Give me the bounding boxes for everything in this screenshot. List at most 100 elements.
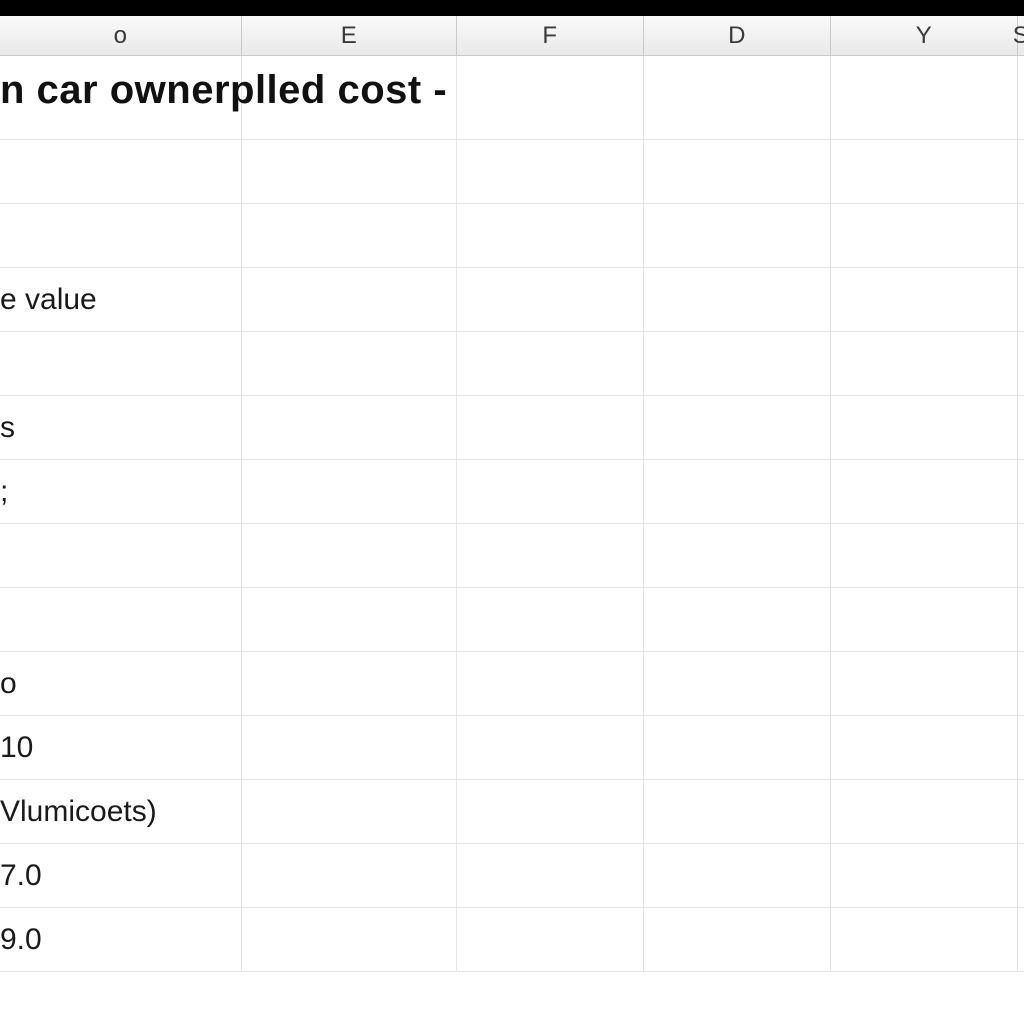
grid-cell[interactable]: [644, 268, 831, 331]
grid-cell[interactable]: [0, 524, 242, 587]
grid-cell[interactable]: e value: [0, 268, 242, 331]
grid-cell[interactable]: o: [0, 652, 242, 715]
grid-cell[interactable]: [644, 780, 831, 843]
grid-cell[interactable]: [242, 524, 457, 587]
grid-cell[interactable]: [457, 844, 644, 907]
column-header[interactable]: D: [644, 16, 831, 55]
grid-cell[interactable]: [457, 396, 644, 459]
grid-cell[interactable]: [644, 908, 831, 971]
grid-cell[interactable]: [1018, 908, 1024, 971]
grid-cell[interactable]: [457, 588, 644, 651]
grid-cell[interactable]: [831, 844, 1018, 907]
grid-cell[interactable]: [242, 268, 457, 331]
cell-text: ;: [0, 475, 8, 509]
column-header-label: E: [341, 22, 358, 50]
grid-cell[interactable]: [644, 332, 831, 395]
grid-cell[interactable]: [242, 716, 457, 779]
grid-cell[interactable]: [242, 56, 457, 139]
grid-cell[interactable]: [831, 716, 1018, 779]
grid-cell[interactable]: [1018, 140, 1024, 203]
grid-cell[interactable]: [831, 460, 1018, 523]
grid-cell[interactable]: [831, 588, 1018, 651]
cell-text: 7.0: [0, 859, 42, 893]
grid-cell[interactable]: [0, 332, 242, 395]
grid-cell[interactable]: 7.0: [0, 844, 242, 907]
grid-cell[interactable]: [242, 908, 457, 971]
grid-cell[interactable]: [242, 652, 457, 715]
grid-cell[interactable]: [644, 140, 831, 203]
grid-cell[interactable]: [831, 140, 1018, 203]
grid-cell[interactable]: [1018, 588, 1024, 651]
grid-cell[interactable]: [0, 204, 242, 267]
grid-cell[interactable]: [457, 780, 644, 843]
grid-row: [0, 332, 1024, 396]
grid-cell[interactable]: [831, 332, 1018, 395]
grid-cell[interactable]: [1018, 524, 1024, 587]
column-header[interactable]: E: [242, 16, 457, 55]
grid-cell[interactable]: [644, 460, 831, 523]
grid-cell[interactable]: [831, 204, 1018, 267]
grid-cell[interactable]: [831, 652, 1018, 715]
grid-cell[interactable]: [1018, 396, 1024, 459]
grid-cell[interactable]: [644, 56, 831, 139]
grid-row: 10: [0, 716, 1024, 780]
grid-cell[interactable]: [1018, 780, 1024, 843]
grid-cell[interactable]: [457, 140, 644, 203]
grid-cell[interactable]: [644, 716, 831, 779]
cell-text: 9.0: [0, 923, 42, 957]
grid-cell[interactable]: [242, 780, 457, 843]
grid-cell[interactable]: [1018, 652, 1024, 715]
grid-cell[interactable]: [831, 780, 1018, 843]
column-header[interactable]: Y: [831, 16, 1018, 55]
grid-cell[interactable]: 10: [0, 716, 242, 779]
grid-cell[interactable]: [1018, 268, 1024, 331]
grid-cell[interactable]: [1018, 56, 1024, 139]
grid-cell[interactable]: [1018, 460, 1024, 523]
grid-cell[interactable]: [457, 332, 644, 395]
grid-cell[interactable]: [831, 908, 1018, 971]
grid-row: n car ownerplled cost -: [0, 56, 1024, 140]
grid-cell[interactable]: [831, 396, 1018, 459]
grid-cell[interactable]: [242, 204, 457, 267]
grid-cell[interactable]: [0, 588, 242, 651]
grid-cell[interactable]: [242, 332, 457, 395]
grid-cell[interactable]: ;: [0, 460, 242, 523]
grid-cell[interactable]: [457, 204, 644, 267]
grid-cell[interactable]: n car ownerplled cost -: [0, 56, 242, 139]
grid-cell[interactable]: [1018, 332, 1024, 395]
grid-cell[interactable]: 9.0: [0, 908, 242, 971]
grid-cell[interactable]: [644, 844, 831, 907]
grid-cell[interactable]: [644, 524, 831, 587]
grid-body: n car ownerplled cost -: [0, 56, 1024, 972]
grid-cell[interactable]: [242, 140, 457, 203]
grid-cell[interactable]: [457, 652, 644, 715]
grid-cell[interactable]: [242, 460, 457, 523]
grid-cell[interactable]: [242, 396, 457, 459]
grid-cell[interactable]: [831, 56, 1018, 139]
grid-cell[interactable]: [242, 588, 457, 651]
column-header[interactable]: F: [457, 16, 644, 55]
grid-cell[interactable]: [1018, 716, 1024, 779]
grid-cell[interactable]: [457, 268, 644, 331]
grid-cell[interactable]: [831, 524, 1018, 587]
grid-cell[interactable]: [644, 204, 831, 267]
grid-cell[interactable]: [457, 716, 644, 779]
grid-row: Vlumicoets): [0, 780, 1024, 844]
grid-cell[interactable]: [457, 460, 644, 523]
grid-cell[interactable]: [1018, 844, 1024, 907]
grid-cell[interactable]: [457, 524, 644, 587]
spreadsheet-area: o E F D Y S n car ownerplled cost -: [0, 16, 1024, 1024]
grid-cell[interactable]: [644, 588, 831, 651]
grid-cell[interactable]: [457, 908, 644, 971]
grid-cell[interactable]: [644, 652, 831, 715]
grid-cell[interactable]: [0, 140, 242, 203]
grid-cell[interactable]: [831, 268, 1018, 331]
grid-cell[interactable]: s: [0, 396, 242, 459]
grid-cell[interactable]: [1018, 204, 1024, 267]
grid-cell[interactable]: [457, 56, 644, 139]
column-header[interactable]: o: [0, 16, 242, 55]
grid-cell[interactable]: Vlumicoets): [0, 780, 242, 843]
grid-cell[interactable]: [242, 844, 457, 907]
grid-cell[interactable]: [644, 396, 831, 459]
column-header[interactable]: S: [1018, 16, 1024, 55]
